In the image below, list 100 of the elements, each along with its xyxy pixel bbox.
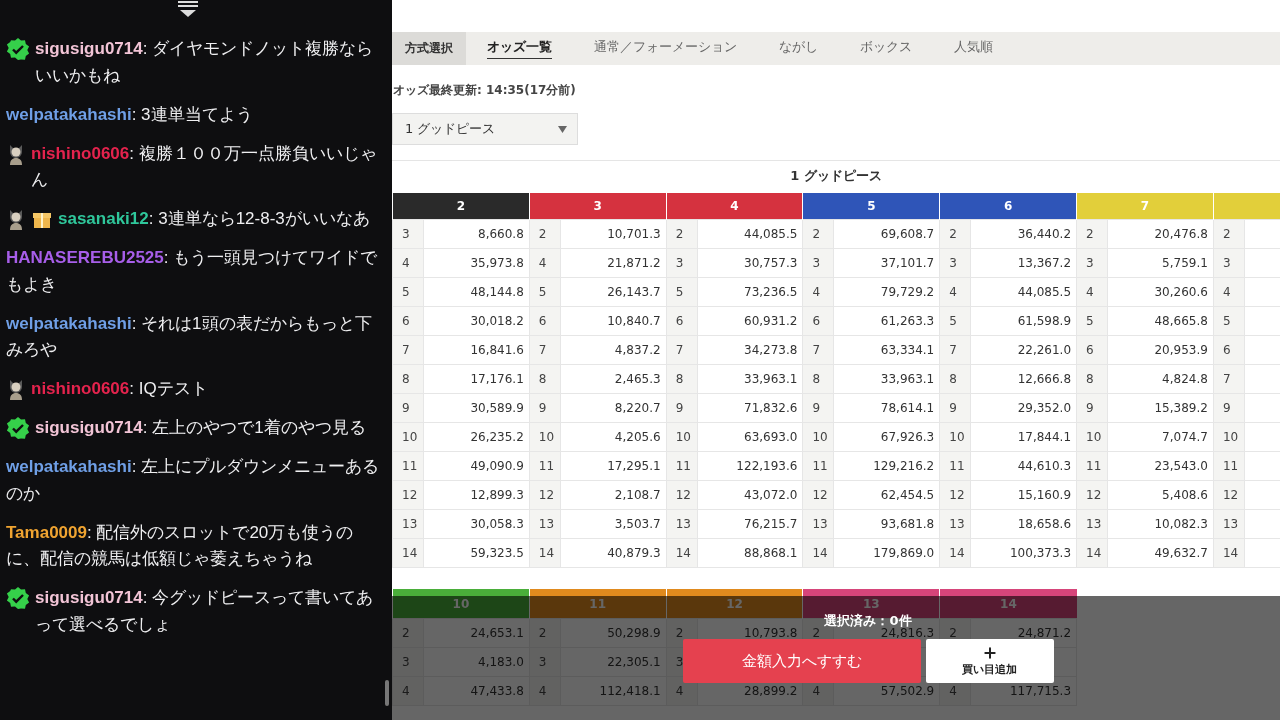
odds-cell: 15,389.2	[1107, 393, 1214, 423]
column-header: 4	[666, 193, 803, 220]
collapse-icon[interactable]	[176, 0, 200, 20]
odds-cell: 69,608.7	[833, 219, 940, 249]
odds-cell: 79,729.2	[833, 277, 940, 307]
odds-cell: 8,660.8	[423, 219, 530, 249]
odds-cell: 30,018.2	[423, 306, 530, 336]
odds-cell: 2,465.3	[560, 364, 667, 394]
method-tab[interactable]: ながし	[758, 32, 839, 65]
column-header: 3	[529, 193, 667, 220]
odds-cell: 21,871.2	[560, 248, 667, 278]
odds-cell: 10,840.7	[560, 306, 667, 336]
horse-number-cell: 7	[392, 335, 424, 365]
odds-cell: 44,610.3	[970, 451, 1077, 481]
odds-cell: 26,143.7	[560, 277, 667, 307]
proceed-button[interactable]: 金額入力へすすむ	[682, 639, 921, 683]
odds-cell: 71,832.6	[697, 393, 803, 423]
column-header: 2	[392, 193, 530, 220]
odds-cell: 30,757.3	[697, 248, 803, 278]
odds-cell: 33,963.1	[697, 364, 803, 394]
plus-icon	[981, 645, 998, 661]
odds-cell: 22,305.1	[560, 647, 667, 677]
odds-cell: 8,220.7	[560, 393, 667, 423]
chat-message: nishino0606: IQテスト	[31, 378, 209, 400]
method-tab[interactable]: オッズ一覧	[466, 32, 573, 65]
odds-cell: 49,090.9	[423, 451, 530, 481]
odds-cell: 16,841.6	[423, 335, 530, 365]
chat-message: sigusigu0714: 左上のやつで1着のやつ見る	[35, 417, 367, 439]
horse-number-cell: 2	[666, 219, 698, 249]
method-tab[interactable]: ボックス	[839, 32, 933, 65]
odds-cell: 78,614.1	[833, 393, 940, 423]
horse-number-cell: 2	[392, 618, 424, 648]
odds-cell: 5,408.6	[1107, 480, 1214, 510]
chat-message: welpatakahashi: 左上にプルダウンメニューあるのか	[6, 456, 380, 505]
horse-number-cell: 2	[1213, 219, 1245, 249]
odds-cell: 35,973.8	[423, 248, 530, 278]
add-bet-button[interactable]: 買い目追加	[925, 639, 1054, 683]
odds-cell: 18,658.6	[970, 509, 1077, 539]
chat-message: Tama0009: 配信外のスロットで20万も使うのに、配信の競馬は低額じゃ萎えちゃうね	[6, 521, 355, 570]
horse-number-cell: 5	[392, 277, 424, 307]
odds-cell: 29,352.0	[970, 393, 1077, 423]
odds-cell: 112,418.1	[560, 676, 667, 706]
odds-cell: 20,476.8	[1107, 219, 1214, 249]
horse-select[interactable]: 1 グッドピース	[392, 113, 578, 145]
chat-message: sigusigu0714: 今グッドピースって書いてあって選べるでしょ	[35, 587, 375, 636]
odds-cell: 34,273.8	[697, 335, 803, 365]
method-tab[interactable]: 人気順	[933, 32, 1014, 65]
odds-cell: 44,085.5	[970, 277, 1077, 307]
odds-cell: 122,193.6	[697, 451, 803, 481]
odds-cell: 44,085.5	[697, 219, 803, 249]
odds-cell: 3,503.7	[560, 509, 667, 539]
method-label: 方式選択	[392, 32, 466, 65]
horse-number-cell: 8	[392, 364, 424, 394]
chat-message: sigusigu0714: ダイヤモンドノット複勝ならいいかもね	[35, 38, 375, 87]
odds-cell: 5,759.1	[1107, 248, 1214, 278]
odds-cell: 30,260.6	[1107, 277, 1214, 307]
horse-number-cell: 2	[529, 618, 561, 648]
horse-number-cell: 11	[392, 451, 424, 481]
odds-cell: 20,953.9	[1107, 335, 1214, 365]
odds-cell: 59,323.5	[423, 538, 530, 568]
odds-cell: 48,665.8	[1107, 306, 1214, 336]
chat-message: HANASEREBU2525: もう一頭見つけてワイドでもよき	[6, 247, 379, 296]
odds-cell: 10,701.3	[560, 219, 667, 249]
chat-message: sasanaki12: 3連単なら12-8-3がいいなあ	[58, 208, 371, 230]
column-header: 7	[1076, 193, 1214, 220]
odds-cell: 33,963.1	[833, 364, 940, 394]
horse-number-cell: 14	[392, 538, 424, 568]
horse-number-cell: 3	[392, 647, 424, 677]
odds-cell: 4,205.6	[560, 422, 667, 452]
odds-cell: 60,931.2	[697, 306, 803, 336]
horse-number-cell: 2	[802, 219, 834, 249]
odds-cell: 40,879.3	[560, 538, 667, 568]
odds-cell: 63,334.1	[833, 335, 940, 365]
odds-cell: 24,653.1	[423, 618, 530, 648]
chat-message: welpatakahashi: 3連単当てよう	[6, 103, 254, 126]
horse-number-cell: 10	[392, 422, 424, 452]
odds-cell: 7,074.7	[1107, 422, 1214, 452]
column-header: 14	[939, 589, 1077, 619]
odds-cell: 22,261.0	[970, 335, 1077, 365]
odds-cell: 179,869.0	[833, 538, 940, 568]
column-header: 5	[802, 193, 940, 220]
odds-cell: 47,433.8	[423, 676, 530, 706]
odds-cell: 73,236.5	[697, 277, 803, 307]
horse-number-cell: 2	[1076, 219, 1108, 249]
odds-cell: 23,543.0	[1107, 451, 1214, 481]
scrollbar-thumb[interactable]	[385, 680, 389, 706]
odds-cell: 129,216.2	[833, 451, 940, 481]
odds-cell: 49,632.7	[1107, 538, 1214, 568]
odds-cell: 61,598.9	[970, 306, 1077, 336]
odds-cell: 12,899.3	[423, 480, 530, 510]
odds-cell: 67,926.3	[833, 422, 940, 452]
odds-cell: 17,176.1	[423, 364, 530, 394]
odds-cell: 4,183.0	[423, 647, 530, 677]
method-tab[interactable]: 通常／フォーメーション	[573, 32, 758, 65]
odds-cell: 26,235.2	[423, 422, 530, 452]
verified-badge-icon	[6, 37, 30, 62]
horse-number-cell: 13	[392, 509, 424, 539]
table-title: 1 グッドピース	[789, 167, 883, 185]
column-header: 12	[666, 589, 803, 619]
odds-cell: 76,215.7	[697, 509, 803, 539]
